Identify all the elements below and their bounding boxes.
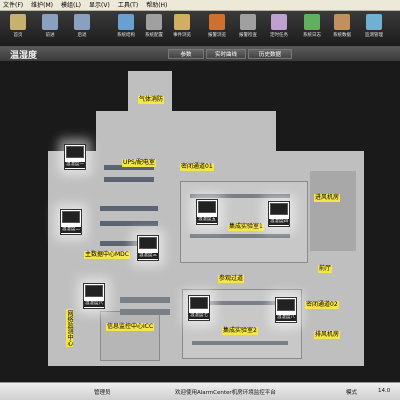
sensor-2[interactable]: 温湿度二 [60,209,82,235]
tab-params[interactable]: 参数 [168,49,204,59]
event-browse-button[interactable]: 事件浏览 [170,13,194,45]
sensor-screen [277,299,295,311]
home-icon [10,14,26,30]
status-version: 14.0 [378,388,391,394]
lab2-label: 集成实验室2 [222,327,258,335]
back-button[interactable]: 后退 [70,13,94,45]
network-center-label: 网络监测中心 [66,309,73,347]
intake-room-area [310,171,356,251]
monitor-manage-button[interactable]: 监测管理 [362,13,386,45]
rack-row [104,177,154,182]
sensor-3[interactable]: 温湿度三 [137,235,159,261]
alarm-browse-button[interactable]: 报警浏览 [205,13,229,45]
icc-room [100,311,160,361]
sensor-screen [190,297,208,309]
data-icon [334,14,350,30]
floor-plan: 气体消防 UPS/配电室 密闭通道01 集成实验室1 主数据中心MDC 参观过道… [0,61,400,382]
alarm-check-button[interactable]: 报警检查 [236,13,260,45]
intake-room-label: 进风机房 [314,194,341,202]
sensor-screen [198,201,216,213]
event-icon [174,14,190,30]
sensor-5[interactable]: 温湿度五 [196,199,218,225]
exhaust-room-label: 排风机房 [314,331,341,339]
menu-view[interactable]: 显示(V) [89,0,110,11]
tab-realtime-curve[interactable]: 实时曲线 [206,49,246,59]
home-button[interactable]: 首页 [6,13,30,45]
lab1-desks [190,234,290,238]
check-icon [240,14,256,30]
menu-module[interactable]: 模组(L) [61,0,81,11]
menu-maintain[interactable]: 维护(M) [31,0,53,11]
back-icon [74,14,90,30]
sensor-screen [62,211,80,223]
status-message: 欢迎使用AlarmCenter机房环境监控平台 [175,390,276,396]
sensor-4[interactable]: 温湿度四 [268,201,290,227]
lab2-desks [192,341,288,345]
alarm-icon [209,14,225,30]
sensor-screen [85,285,103,297]
config-icon [146,14,162,30]
front-room-label: 前厅 [318,265,333,273]
corridor2-label: 密闭通道02 [305,301,339,309]
rack-row [100,221,158,226]
gas-room-label: 气体消防 [138,96,165,104]
page-title: 温湿度 [10,51,38,61]
sensor-8[interactable]: 温湿度八 [275,297,297,323]
system-log-button[interactable]: 系统日志 [300,13,324,45]
system-data-button[interactable]: 系统数据 [330,13,354,45]
icc-consoles [120,297,170,303]
upper-area [96,111,276,159]
log-icon [304,14,320,30]
rack-row [100,206,158,211]
icc-consoles [120,309,170,315]
main-room-label: 主数据中心MDC [84,251,130,259]
system-structure-button[interactable]: 系统结构 [114,13,138,45]
ups-room-label: UPS/配电室 [122,159,156,167]
clock-icon [271,14,287,30]
corridor1-label: 密闭通道01 [180,163,214,171]
sensor-7[interactable]: 温湿度七 [188,295,210,321]
sensor-6[interactable]: 温湿度六 [83,283,105,309]
sensor-screen [270,203,288,215]
menu-file[interactable]: 文件(F) [3,0,23,11]
monitor-icon [118,14,134,30]
timed-task-button[interactable]: 定时任务 [267,13,291,45]
app-window: 文件(F) 维护(M) 模组(L) 显示(V) 工具(T) 帮助(H) 首页 前… [0,0,400,400]
status-mode: 模式 [346,390,358,396]
menu-bar: 文件(F) 维护(M) 模组(L) 显示(V) 工具(T) 帮助(H) [0,0,400,11]
forward-button[interactable]: 前进 [38,13,62,45]
status-bar: 管理员 欢迎使用AlarmCenter机房环境监控平台 模式 14.0 [0,382,400,400]
forward-icon [42,14,58,30]
manage-icon [366,14,382,30]
lab1-label: 集成实验室1 [228,223,264,231]
menu-tools[interactable]: 工具(T) [118,0,138,11]
icc-label: 信息监控中心ICC [106,323,155,331]
toolbar: 首页 前进 后退 系统结构 系统配置 事件浏览 报警浏览 报警检查 定时任务 系… [0,11,400,47]
menu-help[interactable]: 帮助(H) [146,0,167,11]
system-config-button[interactable]: 系统配置 [142,13,166,45]
tab-history-data[interactable]: 历史数据 [248,49,292,59]
sensor-screen [139,237,157,249]
visit-corridor-label: 参观过道 [218,275,245,283]
status-user: 管理员 [94,390,111,396]
lab1-desks [190,194,290,198]
sensor-screen [66,146,84,158]
sensor-1[interactable]: 温湿度一 [64,144,86,170]
